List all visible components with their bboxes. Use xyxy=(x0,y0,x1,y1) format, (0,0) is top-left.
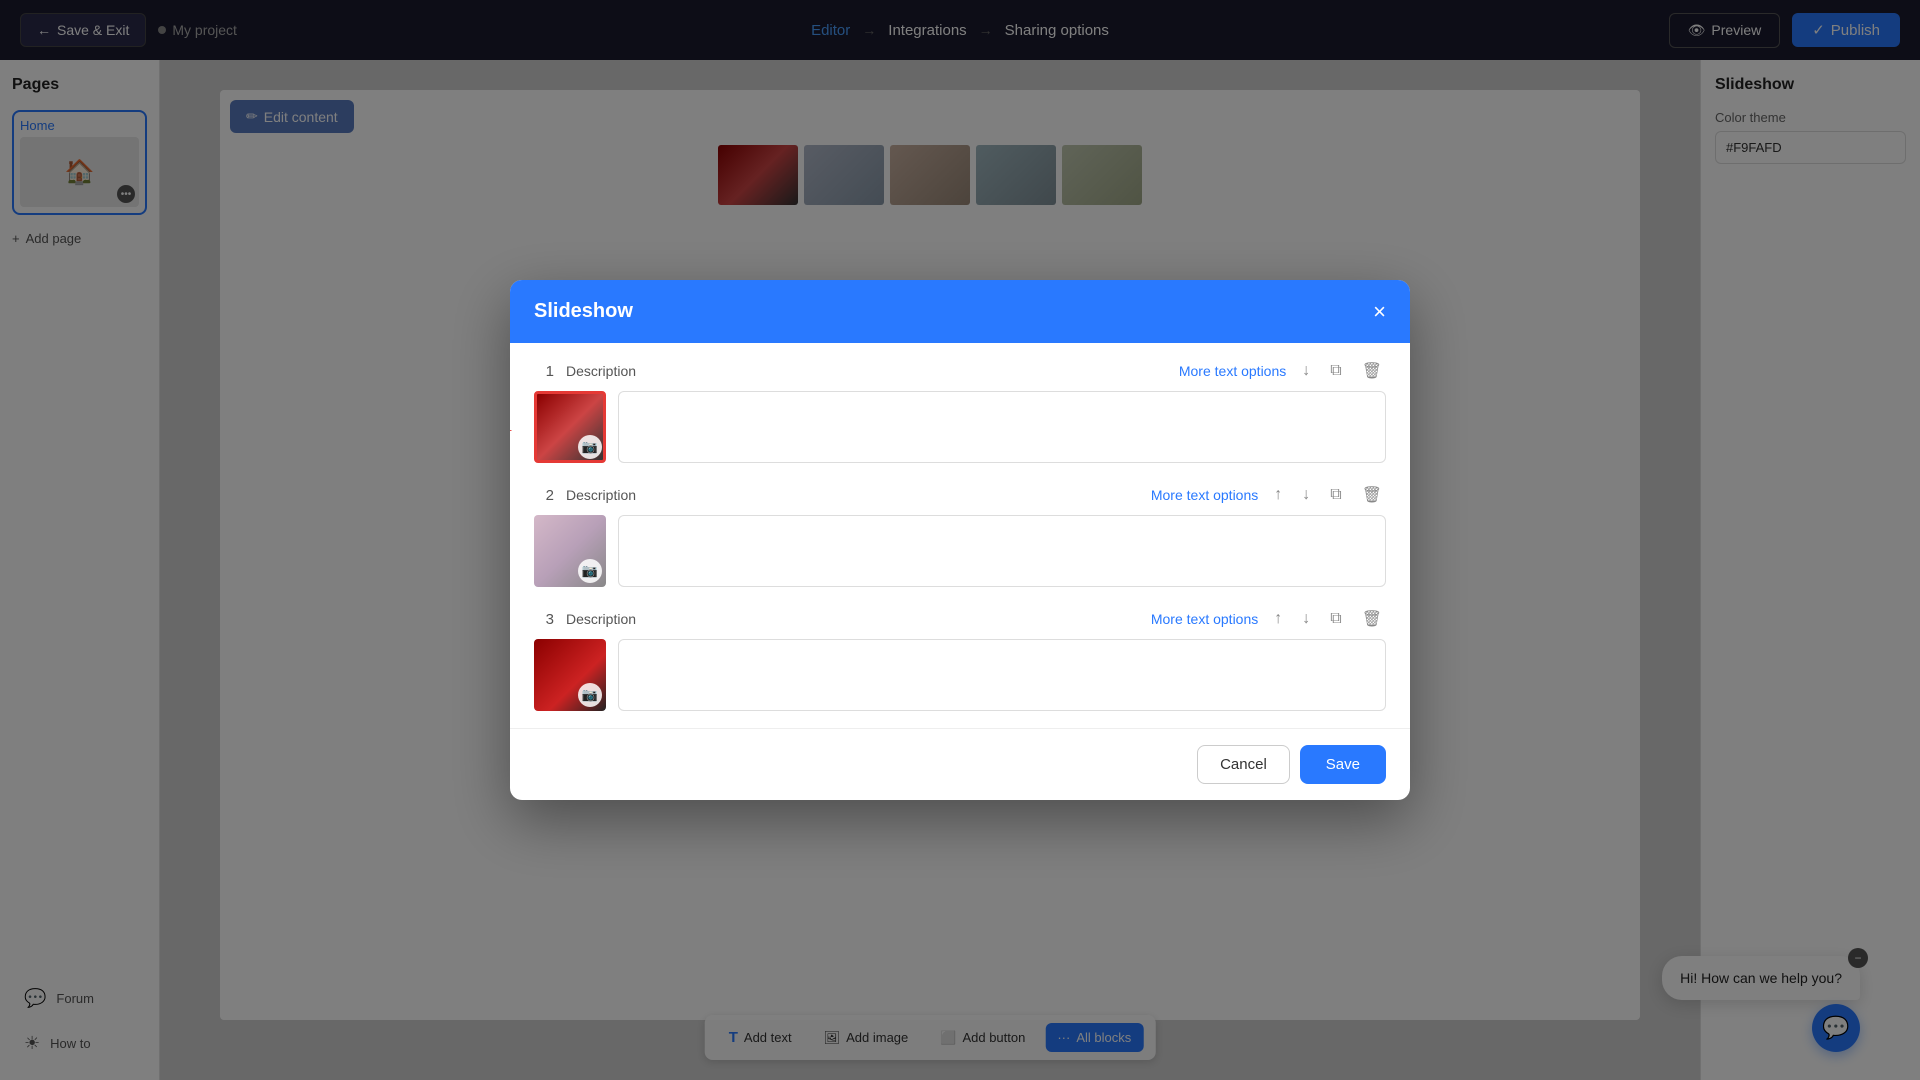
modal-header: Slideshow × xyxy=(510,280,1410,343)
move-down-button-3[interactable]: ↓ xyxy=(1298,608,1314,630)
more-text-options-link-3[interactable]: More text options xyxy=(1151,611,1258,627)
move-up-button-3[interactable]: ↑ xyxy=(1270,608,1286,630)
slide-description-textarea-3[interactable] xyxy=(618,639,1386,711)
modal-body: 1 Description More text options ↓ ⧉ 🗑 ← … xyxy=(510,343,1410,728)
more-text-options-link-2[interactable]: More text options xyxy=(1151,487,1258,503)
slide-description-label-2: Description xyxy=(566,487,1139,503)
camera-overlay-3[interactable]: 📷 xyxy=(578,683,602,707)
duplicate-button-2[interactable]: ⧉ xyxy=(1326,484,1345,506)
slide-thumbnail-wrap-2: 📷 xyxy=(534,515,606,587)
slide-description-textarea-2[interactable] xyxy=(618,515,1386,587)
slide-number-3: 3 xyxy=(534,611,554,628)
slide-header-3: 3 Description More text options ↑ ↓ ⧉ 🗑 xyxy=(534,607,1386,631)
slide-header-1: 1 Description More text options ↓ ⧉ 🗑 xyxy=(534,359,1386,383)
delete-button-3[interactable]: 🗑 xyxy=(1358,607,1386,631)
move-down-button-1[interactable]: ↓ xyxy=(1298,360,1314,382)
modal-close-button[interactable]: × xyxy=(1373,301,1386,323)
slide-row-1: 1 Description More text options ↓ ⧉ 🗑 ← … xyxy=(534,359,1386,463)
slide-number-2: 2 xyxy=(534,487,554,504)
modal-backdrop: Slideshow × 1 Description More text opti… xyxy=(0,0,1920,1080)
camera-overlay-2[interactable]: 📷 xyxy=(578,559,602,583)
slide-content-1: ← 📷 xyxy=(534,391,1386,463)
camera-overlay-1[interactable]: 📷 xyxy=(578,435,602,459)
more-text-options-link-1[interactable]: More text options xyxy=(1179,363,1286,379)
red-arrow-indicator: ← xyxy=(510,414,516,440)
duplicate-button-3[interactable]: ⧉ xyxy=(1326,608,1345,630)
slide-description-label-1: Description xyxy=(566,363,1167,379)
slide-thumbnail-wrap-3: 📷 xyxy=(534,639,606,711)
duplicate-button-1[interactable]: ⧉ xyxy=(1326,360,1345,382)
delete-button-1[interactable]: 🗑 xyxy=(1358,359,1386,383)
slide-description-label-3: Description xyxy=(566,611,1139,627)
slide-header-2: 2 Description More text options ↑ ↓ ⧉ 🗑 xyxy=(534,483,1386,507)
slide-thumbnail-wrap-1: 📷 xyxy=(534,391,606,463)
move-down-button-2[interactable]: ↓ xyxy=(1298,484,1314,506)
slide-content-3: 📷 xyxy=(534,639,1386,711)
save-button[interactable]: Save xyxy=(1300,745,1386,784)
slideshow-modal: Slideshow × 1 Description More text opti… xyxy=(510,280,1410,800)
slide-row-2: 2 Description More text options ↑ ↓ ⧉ 🗑 … xyxy=(534,483,1386,587)
delete-button-2[interactable]: 🗑 xyxy=(1358,483,1386,507)
move-up-button-2[interactable]: ↑ xyxy=(1270,484,1286,506)
slide-description-textarea-1[interactable] xyxy=(618,391,1386,463)
slide-number-1: 1 xyxy=(534,363,554,380)
slide-content-2: 📷 xyxy=(534,515,1386,587)
cancel-button[interactable]: Cancel xyxy=(1197,745,1290,784)
modal-title: Slideshow xyxy=(534,300,633,323)
modal-footer: Cancel Save xyxy=(510,728,1410,800)
slide-row-3: 3 Description More text options ↑ ↓ ⧉ 🗑 … xyxy=(534,607,1386,711)
